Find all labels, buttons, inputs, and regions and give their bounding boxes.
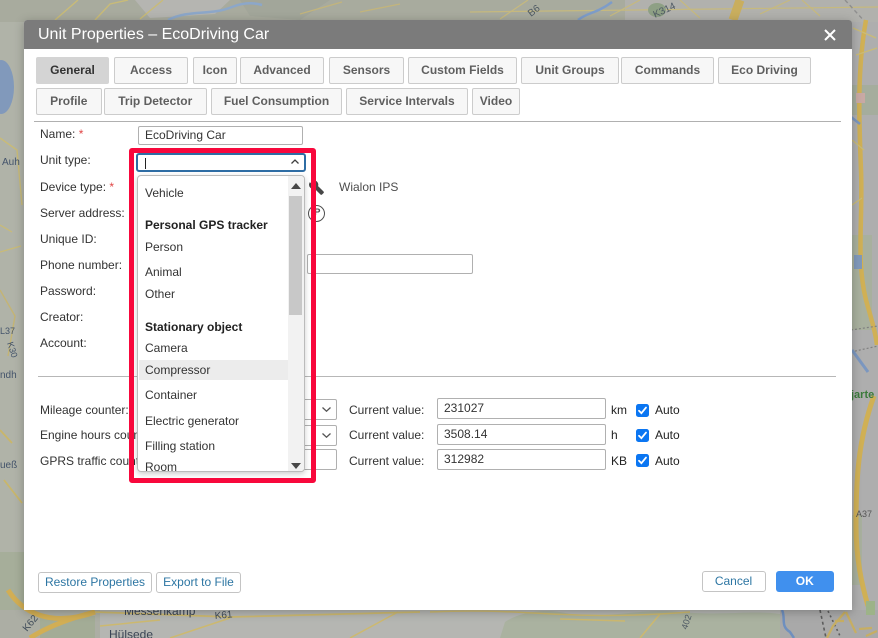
svg-text:Auh: Auh — [2, 157, 20, 168]
svg-text:A37: A37 — [856, 509, 872, 519]
svg-text:ueß: ueß — [0, 460, 17, 471]
svg-text:Hülsede: Hülsede — [109, 628, 153, 638]
svg-text:L37: L37 — [0, 326, 15, 336]
svg-text:jarte: jarte — [850, 389, 874, 401]
svg-text:K61: K61 — [214, 609, 233, 622]
svg-text:ndh: ndh — [0, 370, 17, 381]
